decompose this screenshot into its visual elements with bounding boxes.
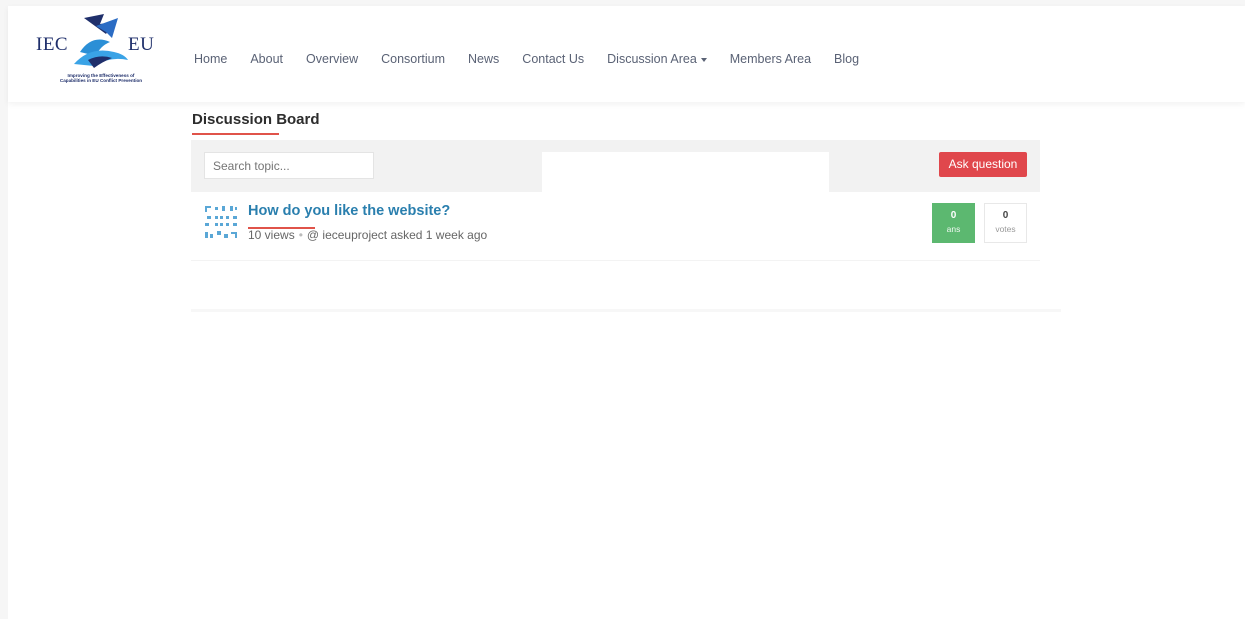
logo-tagline: Improving the Effectiveness of Capabilit… <box>34 73 168 84</box>
user-identicon-icon <box>205 206 237 238</box>
question-author-meta: @ ieceuproject asked 1 week ago <box>306 228 488 242</box>
toolbar-blank-area <box>542 152 829 192</box>
answers-count: 0 <box>950 210 957 221</box>
nav-blog[interactable]: Blog <box>834 52 859 66</box>
page-title: Discussion Board <box>192 111 320 128</box>
board-toolbar: Ask question <box>191 140 1040 192</box>
ask-question-button[interactable]: Ask question <box>939 152 1027 177</box>
nav-contact-us[interactable]: Contact Us <box>522 52 584 66</box>
answers-label: ans <box>946 224 961 234</box>
site-logo[interactable]: IEC EU Improving the Effectiveness of Ca… <box>34 12 168 90</box>
caret-down-icon <box>700 57 707 62</box>
question-views: 10 views <box>248 228 295 242</box>
site-header: IEC EU Improving the Effectiveness of Ca… <box>8 6 1245 102</box>
nav-discussion-area-label: Discussion Area <box>607 52 697 66</box>
nav-overview[interactable]: Overview <box>306 52 358 66</box>
board-bottom-divider <box>191 309 1061 312</box>
nav-about[interactable]: About <box>250 52 283 66</box>
browser-page: IEC EU Improving the Effectiveness of Ca… <box>8 6 1245 619</box>
question-meta: 10 views • @ ieceuproject asked 1 week ago <box>248 228 487 242</box>
logo-text-left: IEC <box>36 34 69 55</box>
nav-members-area[interactable]: Members Area <box>730 52 811 66</box>
logo-tagline-line-2: Capabilities in EU Conflict Prevention <box>59 78 143 84</box>
nav-news[interactable]: News <box>468 52 499 66</box>
votes-label: votes <box>995 224 1016 234</box>
logo-text-right: EU <box>128 34 155 55</box>
votes-count-badge: 0 votes <box>984 203 1027 243</box>
nav-consortium[interactable]: Consortium <box>381 52 445 66</box>
nav-home[interactable]: Home <box>194 52 227 66</box>
answers-count-badge: 0 ans <box>932 203 975 243</box>
question-title-link[interactable]: How do you like the website? <box>248 203 450 219</box>
row-divider <box>191 260 1040 261</box>
title-underline <box>192 133 279 135</box>
votes-count: 0 <box>1002 210 1009 221</box>
logo-emblem-icon <box>74 14 128 68</box>
question-item: How do you like the website? 10 views • @ … <box>191 192 1040 260</box>
main-nav: Home About Overview Consortium News Cont… <box>194 52 882 66</box>
meta-separator: • <box>298 228 303 242</box>
nav-discussion-area[interactable]: Discussion Area <box>607 52 707 66</box>
search-input[interactable] <box>204 152 374 179</box>
